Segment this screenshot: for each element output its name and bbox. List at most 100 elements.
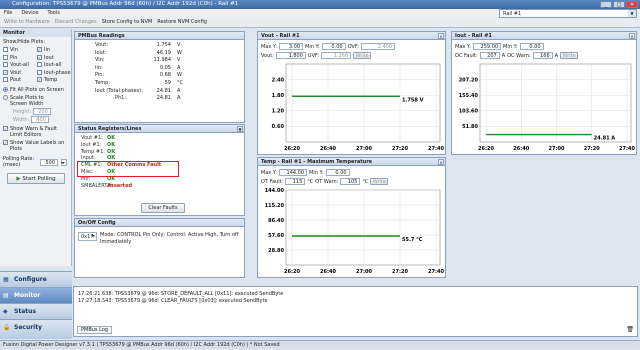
vout-panel: Vout - Rail #1 ✕ Max Y: 3.00 Min Y: 0.00 OV… xyxy=(257,31,446,155)
plot-checkbox-pin[interactable]: Pin xyxy=(3,54,37,61)
log-line: 17:27:18.543: TPS53679 @ 96d: CLEAR_FAUL… xyxy=(78,297,268,304)
menu-file[interactable]: File xyxy=(4,9,12,17)
close-icon[interactable]: ✕ xyxy=(629,33,635,39)
app-title: Configuration: TPS53679 @ PMBus Addr 96d… xyxy=(12,1,239,7)
pmbus-readings-panel: PMBus Readings Vout: 1.754 V Iout: 46.19 W V… xyxy=(74,31,245,123)
iout-ocw-input[interactable]: 166 xyxy=(532,52,553,59)
polling-input[interactable]: 500 xyxy=(40,158,58,166)
rail-selector[interactable]: Rail #1 ▼ xyxy=(499,9,637,18)
temp-otf-input[interactable]: 115 xyxy=(285,178,306,185)
plot-checkbox-iout-all[interactable]: Iout-all xyxy=(37,62,71,68)
log-lines: 17:26:21.638: TPS53679 @ 96d: STORE_DEFA… xyxy=(74,287,637,308)
radio-selected[interactable] xyxy=(3,87,8,92)
vout-ovf-input[interactable]: 2.400 xyxy=(361,43,396,50)
close-icon[interactable]: ✕ xyxy=(438,159,444,165)
y-tick-label: 28.80 xyxy=(268,248,284,254)
height-input[interactable]: 200 xyxy=(32,108,51,115)
x-tick-label: 27:20 xyxy=(392,269,408,275)
minimize-button[interactable]: _ xyxy=(600,1,612,8)
plot-options: Show/Hide Plots: Vin ✓ Iin Pin ✓ Iout Vout… xyxy=(0,37,71,186)
radio-unselected[interactable] xyxy=(3,95,8,100)
nav-configure[interactable]: ▦ Configure xyxy=(0,271,72,287)
onoff-description: Mode: CONTROL Pin Only; Control: Active … xyxy=(100,232,239,245)
show-warn-fault-checkbox[interactable]: ✓ Show Warn & Fault Limit Editors xyxy=(3,126,68,138)
menu-tools[interactable]: Tools xyxy=(47,9,59,17)
checkbox-box[interactable] xyxy=(37,62,42,67)
menu-device[interactable]: Device xyxy=(21,9,38,17)
discard-changes-button[interactable]: Discard Changes xyxy=(55,19,97,25)
checkbox-box[interactable]: ✓ xyxy=(3,69,8,75)
plot-checkbox-vout-all[interactable]: Vout-all xyxy=(3,62,37,68)
y-tick-label: 1.80 xyxy=(272,93,285,99)
plot-checkbox-pout[interactable]: Pout xyxy=(3,77,37,83)
checkbox-box[interactable] xyxy=(3,54,8,60)
trash-icon[interactable]: 🗑 xyxy=(626,326,634,333)
write-to-hardware-button[interactable]: Write to Hardware xyxy=(4,19,50,25)
checkbox-box[interactable]: ✓ xyxy=(3,140,8,145)
plot-checkbox-iout[interactable]: ✓ Iout xyxy=(37,54,71,61)
reading-row: Pin: 0.68 W xyxy=(95,72,182,79)
onoff-code-dropdown[interactable]: 0x17 xyxy=(78,232,97,241)
iout-maxy-input[interactable]: 259.00 xyxy=(473,43,502,50)
vout-maxy-input[interactable]: 3.00 xyxy=(279,43,304,50)
temp-write-button[interactable]: Write xyxy=(370,178,389,185)
restore-nvm-config-button[interactable]: Restore NVM Config xyxy=(157,19,207,25)
configure-icon: ▦ xyxy=(3,276,9,283)
nav-status[interactable]: ◆ Status xyxy=(0,303,72,319)
plot-checkbox-iout-phase[interactable]: Iout-phase xyxy=(37,69,71,76)
clear-faults-button[interactable]: Clear Faults xyxy=(141,203,185,213)
close-button[interactable]: ✕ xyxy=(626,1,638,8)
x-tick-label: 27:20 xyxy=(584,146,600,152)
reading-row: Iin: 0.05 A xyxy=(95,64,181,71)
checkbox-box[interactable] xyxy=(3,62,8,67)
checkbox-box[interactable] xyxy=(3,77,8,82)
checkbox-box[interactable]: ✓ xyxy=(3,126,8,131)
chevron-down-icon[interactable]: ▼ xyxy=(237,126,243,132)
lock-icon: 🔒 xyxy=(3,324,11,331)
scale-plots-radio[interactable]: Scale Plots to Screen Width xyxy=(3,95,68,107)
x-tick-label: 26:40 xyxy=(513,146,529,152)
plot-checkbox-iin[interactable]: ✓ Iin xyxy=(37,47,71,53)
start-polling-button[interactable]: ▶ Start Polling xyxy=(7,173,65,184)
temp-otw-input[interactable]: 105 xyxy=(340,178,361,185)
pmbus-log-tab[interactable]: PMBus Log xyxy=(77,326,113,334)
show-value-labels-checkbox[interactable]: ✓ Show Value Labels on Plots xyxy=(3,140,68,152)
checkbox-box[interactable]: ✓ xyxy=(37,54,42,60)
vout-header: Vout - Rail #1 ✕ xyxy=(258,32,445,40)
polling-dropdown[interactable] xyxy=(61,158,67,166)
nav-security[interactable]: 🔒 Security xyxy=(0,319,72,339)
temp-value-label: 55.7 °C xyxy=(402,237,423,243)
plot-checkbox-temp[interactable]: ✓ Temp xyxy=(37,77,71,83)
fit-plots-radio[interactable]: Fit All Plots on Screen xyxy=(3,87,68,93)
temp-miny-input[interactable]: 0.00 xyxy=(325,169,350,176)
iout-panel: Iout - Rail #1 ✕ Max Y: 259.00 Min Y: 0.00 … xyxy=(451,31,637,155)
plot-checkbox-vout[interactable]: ✓ Vout xyxy=(3,69,37,76)
nav-monitor[interactable]: ▤ Monitor xyxy=(0,287,72,303)
temp-maxy-input[interactable]: 144.00 xyxy=(279,169,308,176)
close-icon[interactable]: ✕ xyxy=(438,33,444,39)
iout-ocf-input[interactable]: 207 xyxy=(479,52,500,59)
checkbox-box[interactable] xyxy=(3,47,8,52)
reading-row: Vin: 11.984 V xyxy=(95,57,181,64)
plot-checkbox-vin[interactable]: Vin xyxy=(3,47,37,53)
vout-set-input[interactable]: 1.800 xyxy=(275,52,306,59)
x-tick-label: 26:20 xyxy=(284,269,300,275)
y-tick-label: 103.60 xyxy=(459,109,479,115)
vout-write-button[interactable]: Write xyxy=(353,52,372,59)
store-config-nvm-button[interactable]: Store Config to NVM xyxy=(102,19,153,25)
iout-write-button[interactable]: Write xyxy=(560,52,579,59)
iout-header: Iout - Rail #1 ✕ xyxy=(452,32,636,40)
maximize-button[interactable]: □ xyxy=(613,1,625,8)
iout-miny-input[interactable]: 0.00 xyxy=(519,43,544,50)
vout-miny-input[interactable]: 0.00 xyxy=(321,43,346,50)
x-tick-label: 26:20 xyxy=(478,146,494,152)
vout-uvf-input[interactable]: 1.260 xyxy=(321,52,352,59)
width-input[interactable]: 400 xyxy=(30,116,49,123)
reading-row: Ph1: 24.81 A xyxy=(115,95,181,102)
monitor-header: Monitor xyxy=(0,29,71,37)
checkbox-box[interactable]: ✓ xyxy=(37,77,42,82)
checkbox-box[interactable] xyxy=(37,69,42,75)
x-tick-label: 26:20 xyxy=(284,146,300,152)
checkbox-box[interactable]: ✓ xyxy=(37,47,42,52)
monitor-sidebar: Monitor Show/Hide Plots: Vin ✓ Iin Pin ✓ I… xyxy=(0,29,72,266)
